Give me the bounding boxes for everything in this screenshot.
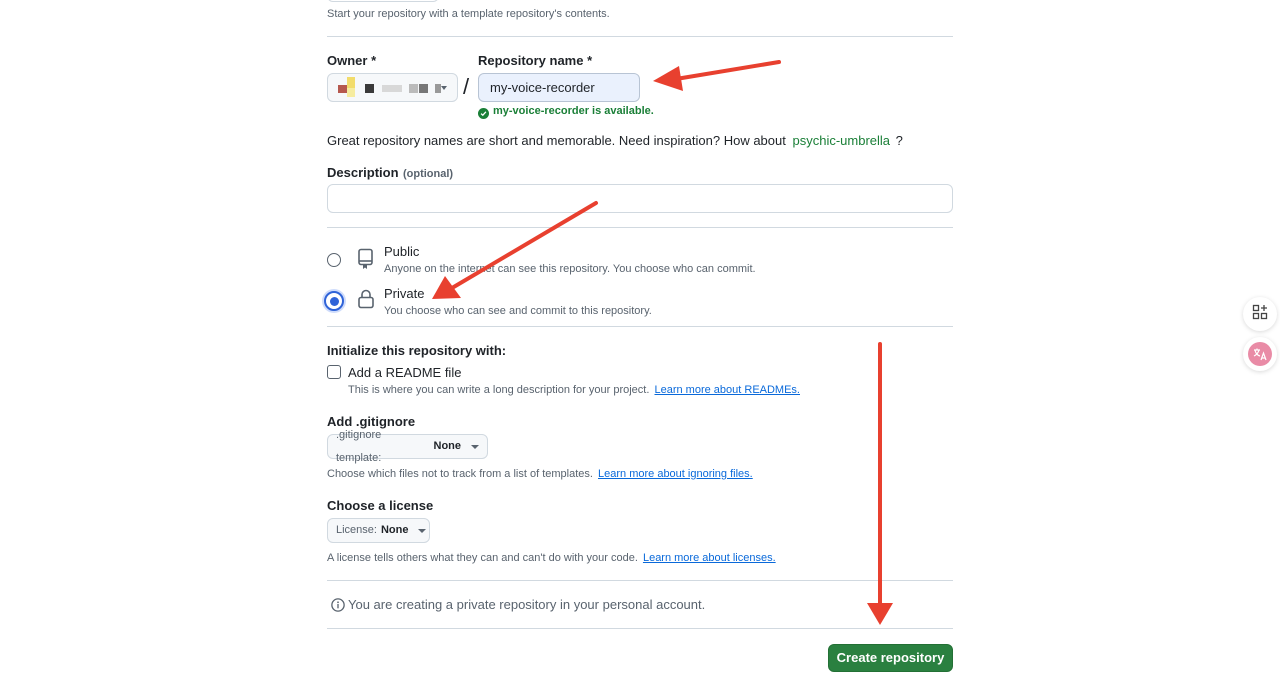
annotation-arrow-repo-name — [653, 60, 781, 91]
annotation-arrow-private — [432, 201, 598, 299]
annotation-arrow-create — [867, 342, 893, 625]
annotation-arrows — [432, 60, 893, 625]
